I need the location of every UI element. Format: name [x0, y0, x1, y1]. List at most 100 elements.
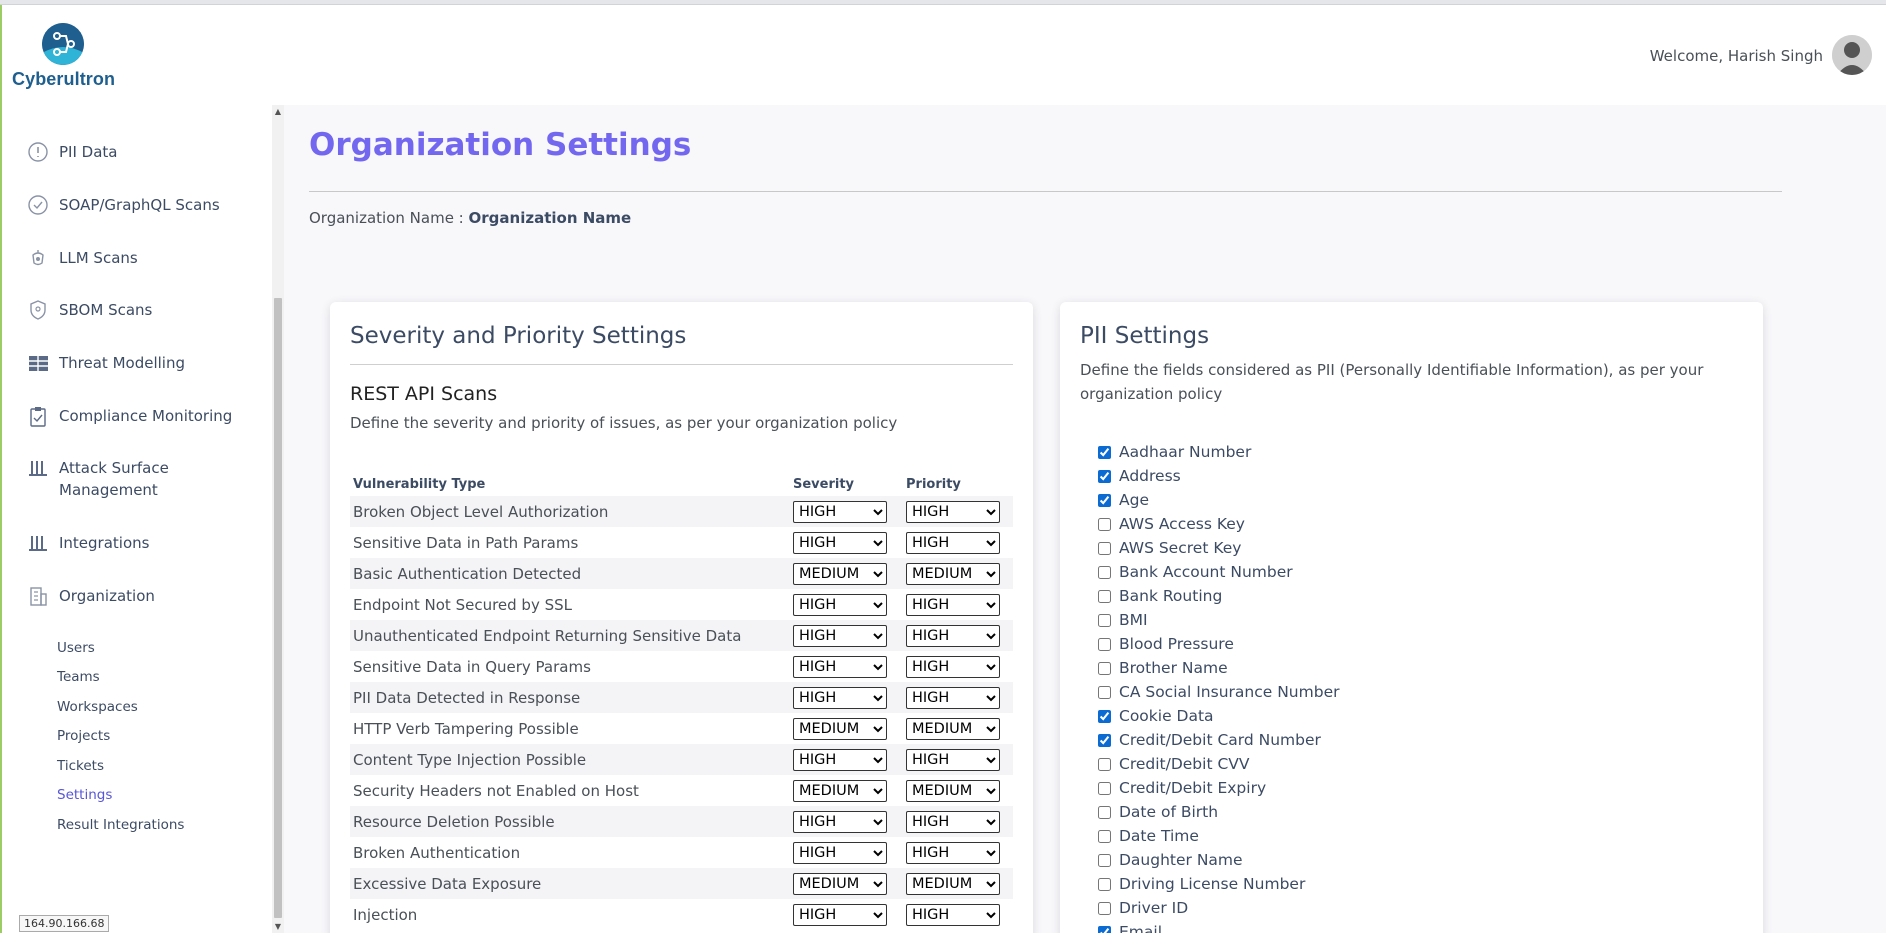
sidebar-item-label: Attack Surface: [59, 459, 169, 477]
priority-select[interactable]: HIGHMEDIUMLOW: [906, 655, 1000, 678]
pii-field-row[interactable]: AWS Access Key: [1098, 512, 1339, 536]
pii-field-checkbox[interactable]: [1098, 925, 1111, 933]
priority-select[interactable]: HIGHMEDIUMLOW: [906, 500, 1000, 523]
pii-field-row[interactable]: BMI: [1098, 608, 1339, 632]
pii-field-row[interactable]: Age: [1098, 488, 1339, 512]
severity-select[interactable]: HIGHMEDIUMLOW: [793, 624, 887, 647]
sidebar-item-label: Organization: [59, 587, 155, 605]
severity-select[interactable]: HIGHMEDIUMLOW: [793, 779, 887, 802]
severity-select[interactable]: HIGHMEDIUMLOW: [793, 903, 887, 926]
vulnerability-type-cell: PII Data Detected in Response: [350, 682, 790, 713]
priority-select[interactable]: HIGHMEDIUMLOW: [906, 903, 1000, 926]
priority-select[interactable]: HIGHMEDIUMLOW: [906, 686, 1000, 709]
pii-field-row[interactable]: Date Time: [1098, 824, 1339, 848]
pii-field-checkbox[interactable]: [1098, 781, 1111, 795]
sidebar-subitem-settings[interactable]: Settings: [57, 787, 112, 803]
pii-field-label: Age: [1119, 491, 1149, 509]
sidebar-subitem-users[interactable]: Users: [57, 640, 95, 656]
table-row: Content Type Injection PossibleHIGHMEDIU…: [350, 744, 1013, 775]
severity-select[interactable]: HIGHMEDIUMLOW: [793, 872, 887, 895]
sidebar-subitem-result-integrations[interactable]: Result Integrations: [57, 817, 184, 833]
pii-field-row[interactable]: Bank Account Number: [1098, 560, 1339, 584]
priority-cell: HIGHMEDIUMLOW: [903, 837, 1013, 868]
pii-field-checkbox[interactable]: [1098, 445, 1111, 459]
priority-select[interactable]: HIGHMEDIUMLOW: [906, 717, 1000, 740]
pii-field-checkbox[interactable]: [1098, 661, 1111, 675]
pii-field-row[interactable]: Blood Pressure: [1098, 632, 1339, 656]
severity-select[interactable]: HIGHMEDIUMLOW: [793, 655, 887, 678]
sidebar-subitem-projects[interactable]: Projects: [57, 728, 110, 744]
severity-select[interactable]: HIGHMEDIUMLOW: [793, 748, 887, 771]
pii-field-row[interactable]: Credit/Debit Expiry: [1098, 776, 1339, 800]
pii-field-row[interactable]: AWS Secret Key: [1098, 536, 1339, 560]
priority-select[interactable]: HIGHMEDIUMLOW: [906, 562, 1000, 585]
scroll-up-icon[interactable]: ▲: [273, 107, 283, 116]
sidebar-subitem-teams[interactable]: Teams: [57, 669, 100, 685]
pii-field-checkbox[interactable]: [1098, 469, 1111, 483]
pii-field-checkbox[interactable]: [1098, 613, 1111, 627]
pii-field-row[interactable]: Aadhaar Number: [1098, 440, 1339, 464]
priority-select[interactable]: HIGHMEDIUMLOW: [906, 593, 1000, 616]
pii-field-row[interactable]: Driver ID: [1098, 896, 1339, 920]
severity-select[interactable]: HIGHMEDIUMLOW: [793, 841, 887, 864]
pii-field-row[interactable]: Driving License Number: [1098, 872, 1339, 896]
brand-logo[interactable]: Cyberultron: [12, 23, 117, 93]
priority-select[interactable]: HIGHMEDIUMLOW: [906, 531, 1000, 554]
pii-field-row[interactable]: CA Social Insurance Number: [1098, 680, 1339, 704]
pii-field-row[interactable]: Address: [1098, 464, 1339, 488]
sidebar-scrollbar[interactable]: ▲ ▼: [272, 105, 284, 933]
bars-icon: [27, 532, 49, 554]
pii-field-checkbox[interactable]: [1098, 517, 1111, 531]
priority-select[interactable]: HIGHMEDIUMLOW: [906, 872, 1000, 895]
user-avatar[interactable]: [1832, 35, 1872, 75]
partial-icon: [27, 105, 49, 115]
scrollbar-thumb[interactable]: [274, 298, 282, 918]
pii-field-checkbox[interactable]: [1098, 733, 1111, 747]
priority-select[interactable]: HIGHMEDIUMLOW: [906, 779, 1000, 802]
pii-field-row[interactable]: Date of Birth: [1098, 800, 1339, 824]
scroll-down-icon[interactable]: ▼: [273, 922, 283, 931]
severity-select[interactable]: HIGHMEDIUMLOW: [793, 810, 887, 833]
sidebar-item-attack-surface-management[interactable]: Attack Surface Management: [2, 457, 270, 503]
pii-field-checkbox[interactable]: [1098, 805, 1111, 819]
pii-field-row[interactable]: Credit/Debit Card Number: [1098, 728, 1339, 752]
pii-field-row[interactable]: Daughter Name: [1098, 848, 1339, 872]
priority-select[interactable]: HIGHMEDIUMLOW: [906, 748, 1000, 771]
pii-settings-card: PII Settings Define the fields considere…: [1060, 302, 1763, 933]
priority-select[interactable]: HIGHMEDIUMLOW: [906, 841, 1000, 864]
pii-field-checkbox[interactable]: [1098, 493, 1111, 507]
pii-field-checkbox[interactable]: [1098, 709, 1111, 723]
sidebar-subitem-workspaces[interactable]: Workspaces: [57, 699, 138, 715]
sidebar-item-label: Compliance Monitoring: [59, 407, 233, 425]
severity-cell: HIGHMEDIUMLOW: [790, 496, 903, 527]
pii-field-row[interactable]: Bank Routing: [1098, 584, 1339, 608]
pii-field-checkbox[interactable]: [1098, 829, 1111, 843]
pii-field-checkbox[interactable]: [1098, 685, 1111, 699]
pii-field-row[interactable]: Cookie Data: [1098, 704, 1339, 728]
severity-select[interactable]: HIGHMEDIUMLOW: [793, 500, 887, 523]
pii-field-row[interactable]: Credit/Debit CVV: [1098, 752, 1339, 776]
pii-field-checkbox[interactable]: [1098, 541, 1111, 555]
priority-select[interactable]: HIGHMEDIUMLOW: [906, 624, 1000, 647]
severity-select[interactable]: HIGHMEDIUMLOW: [793, 717, 887, 740]
severity-select[interactable]: HIGHMEDIUMLOW: [793, 593, 887, 616]
vulnerability-type-cell: HTTP Verb Tampering Possible: [353, 719, 579, 738]
pii-field-checkbox[interactable]: [1098, 757, 1111, 771]
check-circle-icon: [27, 194, 49, 216]
pii-field-row[interactable]: Brother Name: [1098, 656, 1339, 680]
pii-field-checkbox[interactable]: [1098, 853, 1111, 867]
pii-field-checkbox[interactable]: [1098, 589, 1111, 603]
priority-cell: HIGHMEDIUMLOW: [903, 496, 1013, 527]
pii-field-row[interactable]: Email: [1098, 920, 1339, 933]
pii-field-checkbox[interactable]: [1098, 637, 1111, 651]
pii-field-checkbox[interactable]: [1098, 565, 1111, 579]
pii-field-checkbox[interactable]: [1098, 901, 1111, 915]
priority-cell: HIGHMEDIUMLOW: [903, 620, 1013, 651]
sidebar-subitem-tickets[interactable]: Tickets: [57, 758, 104, 774]
priority-select[interactable]: HIGHMEDIUMLOW: [906, 810, 1000, 833]
severity-select[interactable]: HIGHMEDIUMLOW: [793, 531, 887, 554]
table-row: Sensitive Data in Path Params HIGHMEDIUML…: [350, 527, 1013, 558]
pii-field-checkbox[interactable]: [1098, 877, 1111, 891]
severity-select[interactable]: HIGHMEDIUMLOW: [793, 686, 887, 709]
severity-select[interactable]: HIGHMEDIUMLOW: [793, 562, 887, 585]
